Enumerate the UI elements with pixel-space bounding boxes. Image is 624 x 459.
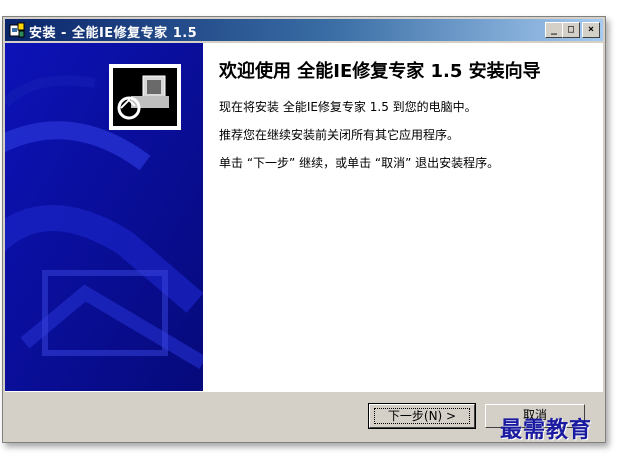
setup-logo <box>109 64 181 130</box>
wizard-heading: 欢迎使用 全能IE修复专家 1.5 安装向导 <box>219 61 541 82</box>
window-title: 安装 - 全能IE修复专家 1.5 <box>29 26 198 41</box>
setup-window: 安装 - 全能IE修复专家 1.5 _ □ × 欢迎使用 全能IE修复专家 1.… <box>2 16 606 443</box>
wizard-paragraph: 现在将安装 全能IE修复专家 1.5 到您的电脑中。 <box>219 100 477 114</box>
close-button[interactable]: × <box>582 22 600 38</box>
maximize-button[interactable]: □ <box>562 22 580 38</box>
minimize-button[interactable]: _ <box>545 22 563 38</box>
next-button[interactable]: 下一步(N) > <box>368 403 476 429</box>
setup-computer-logo <box>117 75 169 120</box>
watermark-text: 最需教育 <box>500 417 593 443</box>
wizard-content: 欢迎使用 全能IE修复专家 1.5 安装向导 现在将安装 全能IE修复专家 1.… <box>5 43 603 392</box>
installer-app-icon <box>9 22 25 38</box>
wizard-paragraph: 单击 “下一步” 继续，或单击 “取消” 退出安装程序。 <box>219 156 500 170</box>
footer-divider <box>5 391 603 392</box>
title-bar[interactable]: 安装 - 全能IE修复专家 1.5 _ □ × <box>5 19 603 41</box>
wizard-text-area: 欢迎使用 全能IE修复专家 1.5 安装向导 现在将安装 全能IE修复专家 1.… <box>219 43 595 171</box>
next-button-label: 下一步(N) > <box>374 408 470 424</box>
wizard-paragraph: 推荐您在继续安装前关闭所有其它应用程序。 <box>219 128 460 142</box>
wizard-side-panel <box>5 43 203 391</box>
